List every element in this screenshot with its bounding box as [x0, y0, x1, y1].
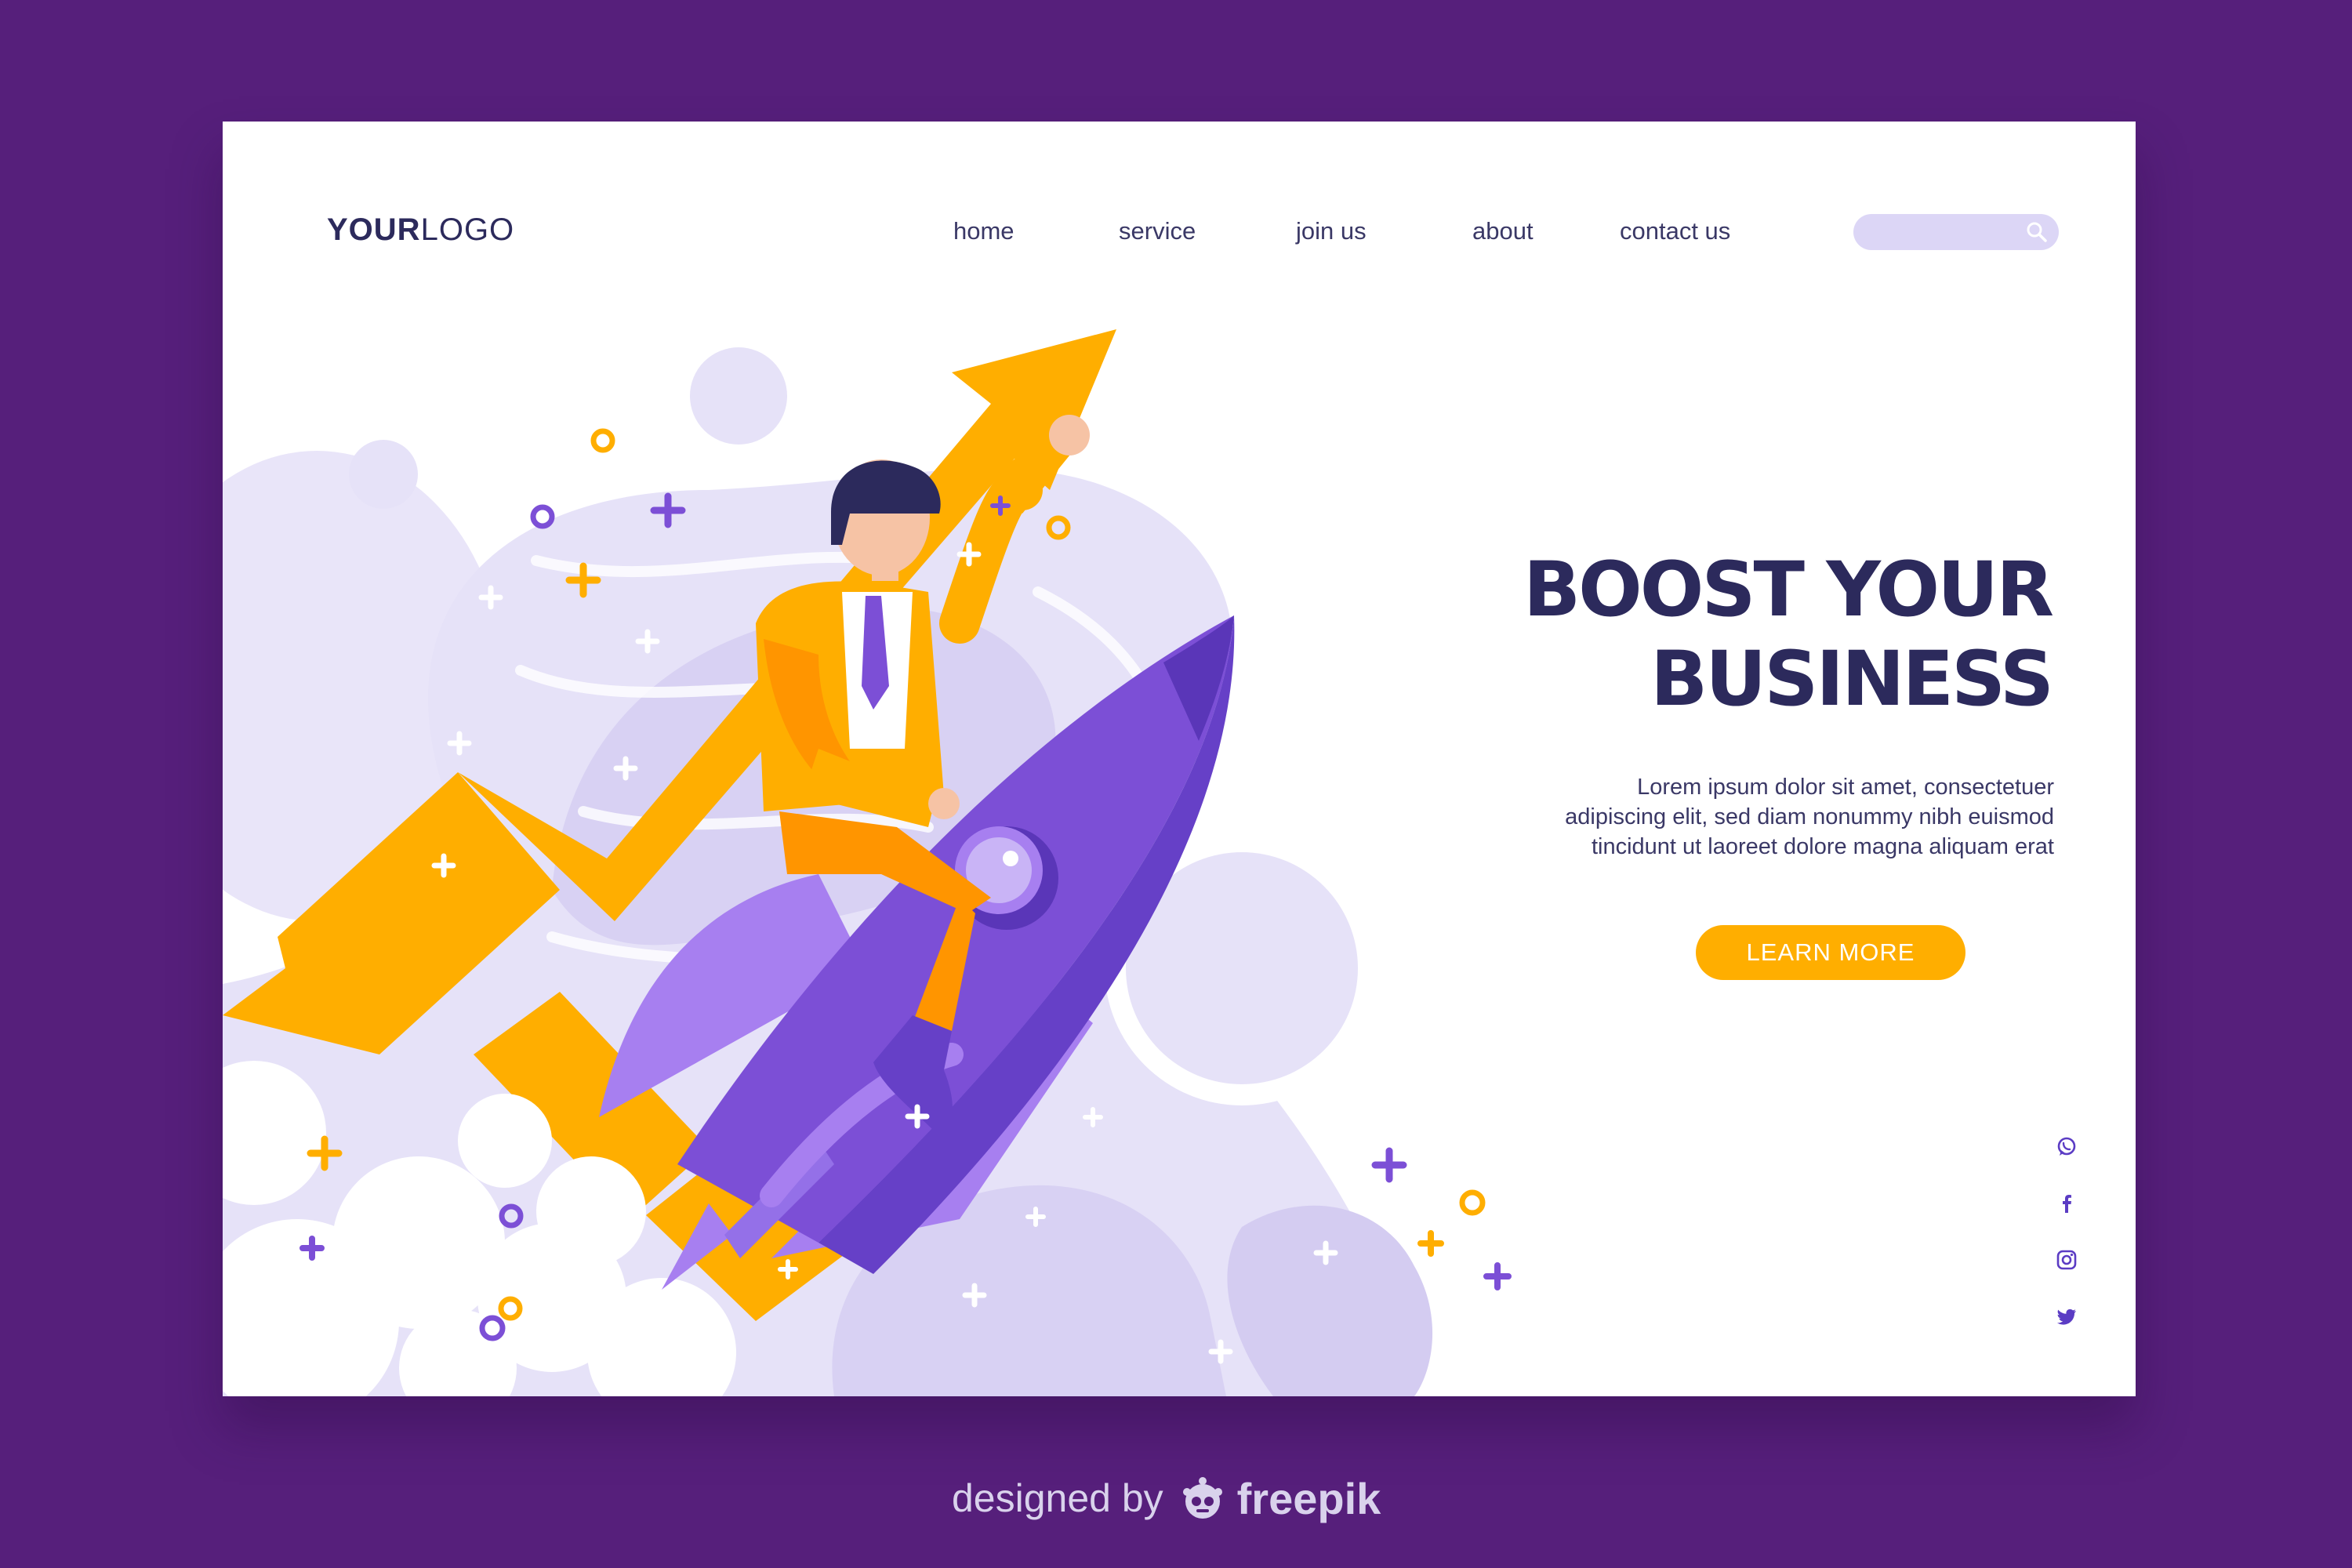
nav-join-us[interactable]: join us — [1296, 217, 1367, 245]
search-bar — [1853, 214, 2059, 250]
freepik-mascot-icon — [1182, 1477, 1222, 1519]
instagram-icon[interactable] — [2055, 1248, 2078, 1272]
logo-bold-text: YOUR — [327, 212, 421, 247]
nav-home[interactable]: home — [953, 217, 1014, 245]
description-line: adipiscing elit, sed diam nonummy nibh e… — [1565, 804, 2054, 829]
search-icon[interactable] — [2026, 221, 2048, 243]
nav-about[interactable]: about — [1472, 217, 1534, 245]
headline-line-1: BOOST YOUR — [1523, 546, 2054, 633]
headline-line-2: BUSINESS — [1650, 635, 2054, 723]
nav-contact-us[interactable]: contact us — [1620, 217, 1730, 245]
logo-light-text: LOGO — [420, 212, 515, 247]
freepik-brand-text: freepik — [1236, 1473, 1381, 1523]
whatsapp-icon[interactable] — [2055, 1135, 2078, 1159]
description-line: Lorem ipsum dolor sit amet, consectetuer — [1637, 775, 2054, 800]
designed-by-text: designed by — [952, 1476, 1163, 1520]
facebook-icon[interactable] — [2055, 1192, 2078, 1215]
description-line: tincidunt ut laoreet dolore magna aliqua… — [1591, 834, 2054, 859]
logo[interactable]: YOURLOGO — [327, 212, 514, 248]
nav-service[interactable]: service — [1119, 217, 1196, 245]
hero-headline: BOOST YOUR BUSINESS — [1523, 545, 2054, 724]
learn-more-button[interactable]: LEARN MORE — [1696, 925, 1965, 980]
search-input[interactable] — [1853, 214, 2018, 250]
twitter-icon[interactable] — [2055, 1305, 2078, 1328]
landing-page-card: YOURLOGO home service join us about cont… — [223, 122, 2136, 1396]
hero-illustration — [223, 329, 1512, 1396]
credit-footer: designed by freepik — [952, 1471, 1381, 1526]
hero-description: Lorem ipsum dolor sit amet, consectetuer… — [1458, 772, 2054, 862]
